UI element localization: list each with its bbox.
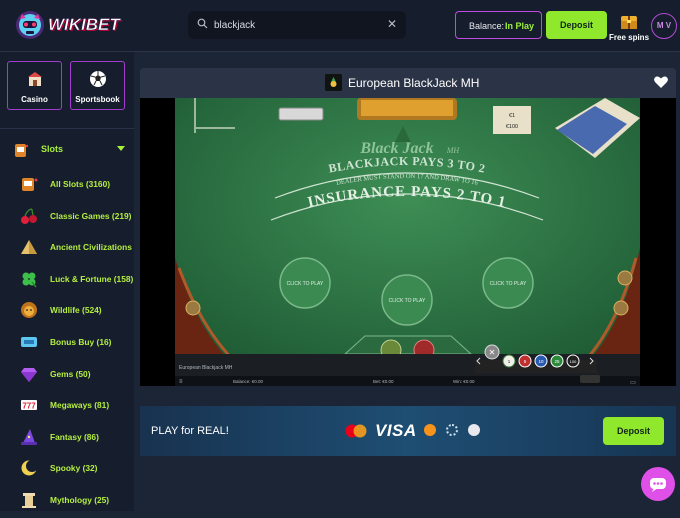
sidebar-item-luck-fortune[interactable]: Luck & Fortune (158) bbox=[0, 265, 134, 297]
gem-icon bbox=[21, 367, 37, 382]
favorite-heart-icon[interactable] bbox=[653, 74, 669, 90]
sidebar-item-fantasy[interactable]: Fantasy (86) bbox=[0, 423, 134, 455]
chat-button[interactable] bbox=[641, 467, 675, 501]
bet-spot-right[interactable]: CLICK TO PLAY bbox=[482, 257, 534, 309]
fullscreen-icon[interactable]: ▭ bbox=[630, 380, 636, 386]
777-icon: 777 bbox=[21, 400, 37, 411]
status-balance: Balance: €0.00 bbox=[233, 379, 264, 384]
game-header: European BlackJack MH bbox=[140, 68, 676, 98]
sidebar-item-spooky[interactable]: Spooky (32) bbox=[0, 454, 134, 486]
click-to-play-left: CLICK TO PLAY bbox=[287, 281, 324, 287]
casino-building-icon bbox=[28, 72, 42, 86]
play-for-real-banner: PLAY for REAL! VISA Deposit bbox=[140, 406, 676, 456]
free-spins-button[interactable]: Free spins bbox=[609, 14, 649, 42]
status-bet: Bet: €0.00 bbox=[373, 379, 394, 384]
slots-label: Slots bbox=[41, 144, 64, 154]
clear-search-icon[interactable]: ✕ bbox=[387, 17, 397, 31]
slots-category-header[interactable]: Slots bbox=[14, 141, 128, 159]
svg-text:777: 777 bbox=[22, 402, 36, 411]
moon-icon bbox=[21, 460, 38, 476]
sidebar-item-megaways[interactable]: 777 Megaways (81) bbox=[0, 391, 134, 423]
sidebar-item-label: Fantasy (86) bbox=[50, 431, 99, 442]
cherries-icon bbox=[21, 207, 37, 224]
sidebar-item-mythology[interactable]: Mythology (25) bbox=[0, 486, 134, 518]
click-to-play-right: CLICK TO PLAY bbox=[490, 281, 527, 287]
column-icon bbox=[22, 492, 36, 508]
wikibet-logo[interactable]: WIKIBET bbox=[14, 8, 120, 42]
game-frame[interactable]: €1 €100 Black Jack MH BLACKJACK PAYS 3 T… bbox=[140, 98, 676, 386]
chip-value: 100 bbox=[570, 359, 577, 364]
blackjack-table[interactable]: €1 €100 Black Jack MH BLACKJACK PAYS 3 T… bbox=[175, 98, 640, 386]
deposit-button[interactable]: Deposit bbox=[546, 11, 607, 39]
robot-mascot-icon bbox=[16, 11, 44, 39]
sportsbook-label: Sportsbook bbox=[75, 95, 120, 104]
pyramid-icon bbox=[21, 240, 37, 255]
bet-spot-center[interactable]: CLICK TO PLAY bbox=[381, 274, 433, 326]
banner-deposit-button[interactable]: Deposit bbox=[603, 417, 664, 445]
sidebar-item-label: Classic Games (219) bbox=[50, 210, 132, 221]
mastercard-icon bbox=[345, 424, 367, 438]
close-chips-icon[interactable]: ✕ bbox=[489, 348, 496, 357]
visa-logo: VISA bbox=[375, 421, 417, 440]
sidebar-item-label: Megaways (81) bbox=[50, 400, 110, 411]
top-bar: WIKIBET ✕ Balance: In Play Deposit Free … bbox=[0, 0, 680, 52]
sidebar-item-label: Ancient Civilizations ( bbox=[50, 242, 134, 253]
sidebar-item-label: Wildlife (524) bbox=[50, 305, 102, 316]
lion-icon bbox=[21, 302, 37, 319]
crypto-icon bbox=[446, 424, 458, 436]
play-for-real-label: PLAY for REAL! bbox=[151, 425, 229, 437]
menu-icon[interactable]: ≡ bbox=[179, 379, 183, 385]
chat-icon bbox=[650, 478, 666, 492]
casino-label: Casino bbox=[21, 95, 48, 104]
chip-value: 25 bbox=[554, 359, 560, 364]
sidebar-item-label: Gems (50) bbox=[50, 368, 91, 379]
wizard-hat-icon bbox=[21, 428, 37, 445]
click-to-play-center: CLICK TO PLAY bbox=[389, 298, 426, 304]
treasure-chest-icon bbox=[621, 16, 637, 29]
table-logo-suffix: MH bbox=[446, 146, 461, 155]
sidebar-item-ancient-civilizations[interactable]: Ancient Civilizations ( bbox=[0, 233, 134, 265]
slots-menu: All Slots (3160) Classic Games (219) Anc… bbox=[0, 170, 134, 518]
sidebar-divider bbox=[0, 128, 134, 129]
sidebar-item-label: Spooky (32) bbox=[50, 463, 98, 474]
sidebar-item-label: Mythology (25) bbox=[50, 494, 110, 505]
sidebar-item-all-slots[interactable]: All Slots (3160) bbox=[0, 170, 134, 202]
game-title: European BlackJack MH bbox=[348, 76, 480, 90]
min-bet-sign: €1 bbox=[509, 113, 515, 119]
slot-machine-icon bbox=[15, 144, 28, 157]
logo-text: WIKIBET bbox=[48, 15, 120, 35]
sidebar-item-gems[interactable]: Gems (50) bbox=[0, 360, 134, 392]
casino-card[interactable]: Casino bbox=[7, 61, 62, 110]
provider-logo bbox=[580, 375, 600, 383]
user-avatar[interactable]: M V bbox=[651, 13, 677, 39]
sidebar-item-classic-games[interactable]: Classic Games (219) bbox=[0, 202, 134, 234]
search-box[interactable]: ✕ bbox=[188, 11, 406, 39]
status-win: Win: €0.00 bbox=[453, 379, 475, 384]
bet-spot-left[interactable]: CLICK TO PLAY bbox=[279, 257, 331, 309]
chip-value: 10 bbox=[538, 359, 544, 364]
clover-icon bbox=[22, 272, 37, 288]
search-icon bbox=[197, 18, 208, 29]
ethereum-icon bbox=[468, 424, 480, 436]
chevron-down-icon[interactable] bbox=[117, 146, 125, 151]
sidebar-item-label: Luck & Fortune (158) bbox=[50, 273, 134, 284]
sidebar: Casino Sportsbook Slots All Slots (3160)… bbox=[0, 52, 134, 511]
search-input[interactable] bbox=[214, 17, 374, 33]
sidebar-item-bonus-buy[interactable]: Bonus Buy (16) bbox=[0, 328, 134, 360]
soccer-ball-icon bbox=[90, 71, 106, 87]
ticket-icon bbox=[21, 336, 37, 347]
sidebar-item-label: Bonus Buy (16) bbox=[50, 336, 112, 347]
free-spins-label: Free spins bbox=[609, 33, 650, 42]
max-bet-sign: €100 bbox=[506, 124, 518, 130]
slot-machine-icon bbox=[22, 178, 38, 191]
balance-label: Balance: bbox=[469, 21, 505, 31]
game-thumbnail-icon[interactable] bbox=[325, 74, 342, 91]
sidebar-item-wildlife[interactable]: Wildlife (524) bbox=[0, 296, 134, 328]
bitcoin-icon bbox=[424, 424, 436, 436]
balance-box[interactable]: Balance: In Play bbox=[455, 11, 542, 39]
sidebar-item-label: All Slots (3160) bbox=[50, 179, 111, 189]
balance-value: In Play bbox=[505, 21, 535, 31]
sportsbook-card[interactable]: Sportsbook bbox=[70, 61, 125, 110]
status-game-name: European Blackjack MH bbox=[179, 365, 233, 371]
